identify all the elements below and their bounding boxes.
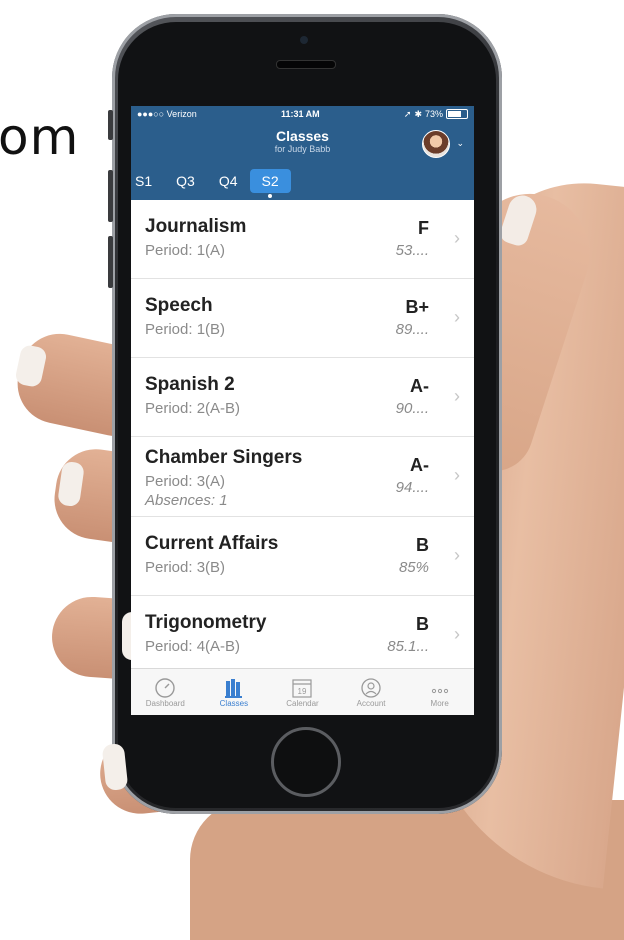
- tab-s2[interactable]: S2: [249, 169, 291, 193]
- class-percent: 85%: [398, 559, 429, 576]
- chevron-right-icon: ›: [454, 228, 460, 248]
- class-row[interactable]: Current Affairs Period: 3(B) B 85% ›: [131, 517, 474, 596]
- volume-up-button: [108, 170, 113, 222]
- class-period: Period: 1(B): [145, 321, 226, 338]
- class-percent: 94....: [395, 479, 429, 496]
- chevron-down-icon[interactable]: ⌄: [456, 138, 464, 149]
- class-list: Journalism Period: 1(A) F 53.... › Speec…: [131, 200, 474, 674]
- class-name: Speech: [145, 295, 213, 316]
- class-name: Journalism: [145, 216, 247, 237]
- class-grade: A-: [410, 376, 429, 396]
- home-button[interactable]: [271, 727, 341, 797]
- class-period: Period: 3(A): [145, 473, 226, 490]
- gauge-icon: [131, 673, 200, 699]
- class-row[interactable]: Chamber Singers Period: 3(A) Absences: 1…: [131, 437, 474, 517]
- tabbar-classes[interactable]: Classes: [200, 669, 269, 715]
- background-text: om: [0, 108, 80, 166]
- clock: 11:31 AM: [280, 109, 320, 119]
- more-icon: [405, 673, 474, 699]
- tabbar-dashboard[interactable]: Dashboard: [131, 669, 200, 715]
- term-tabs: S1 Q3 Q4 S2: [131, 162, 474, 200]
- mute-switch: [108, 110, 113, 140]
- tabbar-label: Dashboard: [145, 699, 185, 708]
- class-row[interactable]: Trigonometry Period: 4(A-B) B 85.1... ›: [131, 596, 474, 674]
- status-bar: ●●●○○ Verizon 11:31 AM ➚ ✱ 73%: [131, 106, 474, 122]
- chevron-right-icon: ›: [454, 307, 460, 327]
- class-grade: B: [416, 535, 429, 555]
- class-row[interactable]: Journalism Period: 1(A) F 53.... ›: [131, 200, 474, 279]
- calendar-day: 19: [298, 687, 307, 696]
- class-row[interactable]: Spanish 2 Period: 2(A-B) A- 90.... ›: [131, 358, 474, 437]
- calendar-icon: 19: [268, 673, 337, 699]
- app-screen: ●●●○○ Verizon 11:31 AM ➚ ✱ 73% Classes f…: [131, 106, 474, 715]
- tabbar-label: Calendar: [286, 699, 319, 708]
- carrier-label: ●●●○○ Verizon: [137, 109, 197, 119]
- class-row[interactable]: Speech Period: 1(B) B+ 89.... ›: [131, 279, 474, 358]
- front-camera: [300, 36, 308, 44]
- battery-percent: 73%: [424, 109, 443, 119]
- chevron-right-icon: ›: [454, 545, 460, 565]
- class-percent: 90....: [395, 400, 429, 417]
- class-period: Period: 2(A-B): [145, 400, 241, 417]
- avatar[interactable]: [422, 130, 450, 158]
- tab-q3[interactable]: Q3: [164, 169, 207, 193]
- battery-icon: [446, 109, 468, 119]
- tab-q4[interactable]: Q4: [207, 169, 250, 193]
- class-period: Period: 3(B): [145, 559, 226, 576]
- class-percent: 89....: [395, 321, 429, 338]
- class-grade: A-: [410, 455, 429, 475]
- class-name: Chamber Singers: [145, 447, 303, 468]
- bottom-tab-bar: Dashboard Classes 19 Calendar Account Mo…: [131, 668, 474, 715]
- nav-header: Classes for Judy Babb ⌄: [131, 122, 474, 162]
- class-grade: F: [418, 218, 429, 238]
- tabbar-more[interactable]: More: [405, 669, 474, 715]
- tabbar-label: Classes: [219, 699, 249, 708]
- chevron-right-icon: ›: [454, 386, 460, 406]
- status-right: ➚ ✱ 73%: [404, 109, 468, 120]
- class-period: Period: 1(A): [145, 242, 226, 259]
- bluetooth-icon: ✱: [414, 108, 422, 119]
- class-name: Trigonometry: [145, 612, 267, 633]
- class-grade: B: [416, 614, 429, 634]
- class-name: Spanish 2: [145, 374, 235, 395]
- location-icon: ➚: [403, 108, 412, 119]
- class-name: Current Affairs: [145, 533, 279, 554]
- tabbar-account[interactable]: Account: [337, 669, 406, 715]
- books-icon: [200, 673, 269, 699]
- class-absences: Absences: 1: [145, 492, 228, 509]
- class-percent: 53....: [395, 242, 429, 259]
- tab-s1[interactable]: S1: [131, 169, 164, 193]
- tabbar-label: Account: [356, 699, 386, 708]
- earpiece-speaker: [276, 60, 336, 69]
- tabbar-calendar[interactable]: 19 Calendar: [268, 669, 337, 715]
- account-icon: [337, 673, 406, 699]
- chevron-right-icon: ›: [454, 624, 460, 644]
- class-percent: 85.1...: [387, 638, 429, 655]
- tabbar-label: More: [430, 699, 449, 708]
- class-grade: B+: [405, 297, 429, 317]
- volume-down-button: [108, 236, 113, 288]
- class-period: Period: 4(A-B): [145, 638, 241, 655]
- chevron-right-icon: ›: [454, 465, 460, 485]
